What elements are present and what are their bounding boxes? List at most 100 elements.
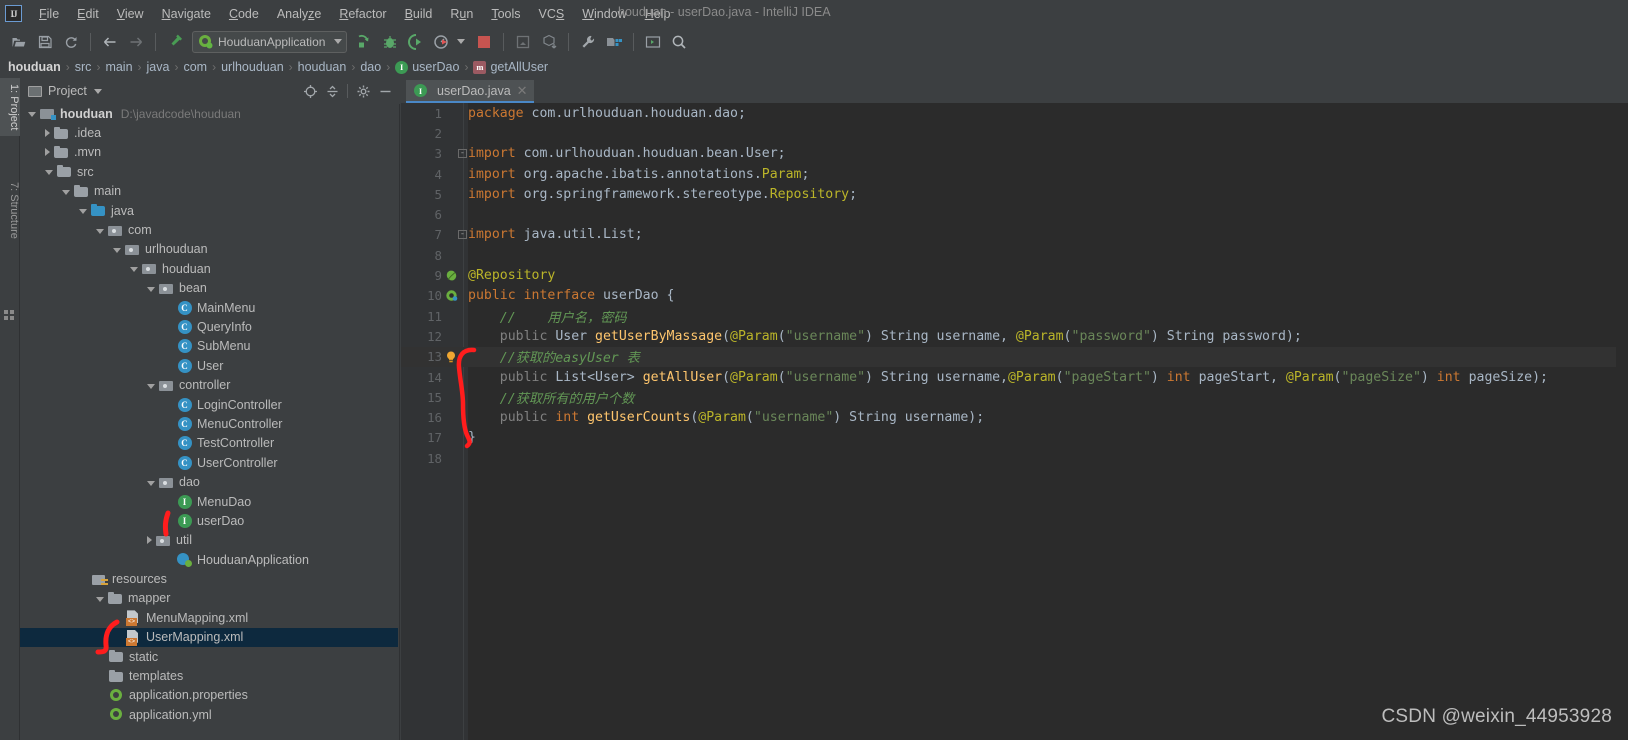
tree-item-controller[interactable]: controller [20, 375, 398, 394]
tree-item-templates[interactable]: templates [20, 666, 398, 685]
search-everywhere-icon[interactable] [668, 31, 690, 53]
menu-file[interactable]: File [30, 4, 68, 24]
fold-toggle-icon[interactable]: - [458, 230, 467, 240]
editor-scrollbar[interactable] [1616, 103, 1628, 740]
fold-toggle-icon[interactable]: - [458, 149, 467, 159]
tree-item-bean[interactable]: bean [20, 279, 398, 298]
tree-item--mvn[interactable]: .mvn [20, 143, 398, 162]
menu-analyze[interactable]: Analyze [268, 4, 330, 24]
code-line-16[interactable]: 16 public int getUserCounts(@Param("user… [400, 407, 1628, 427]
breadcrumb-item-getalluser[interactable]: m getAllUser [473, 60, 548, 74]
tree-item-application-properties[interactable]: application.properties [20, 686, 398, 705]
tree-item-menucontroller[interactable]: C MenuController [20, 414, 398, 433]
menu-vcs[interactable]: VCS [530, 4, 574, 24]
profile-icon[interactable] [431, 31, 453, 53]
tree-item-java[interactable]: java [20, 201, 398, 220]
menu-tools[interactable]: Tools [482, 4, 529, 24]
code-line-8[interactable]: 8 [400, 245, 1628, 265]
tree-item-queryinfo[interactable]: C QueryInfo [20, 317, 398, 336]
wrench-icon[interactable] [577, 31, 599, 53]
menu-edit[interactable]: Edit [68, 4, 108, 24]
arrow-left-icon[interactable] [99, 31, 121, 53]
tree-item-application-yml[interactable]: application.yml [20, 705, 398, 724]
tree-item-com[interactable]: com [20, 220, 398, 239]
chevron-down-icon[interactable] [457, 39, 466, 44]
tree-item-dao[interactable]: dao [20, 472, 398, 491]
code-editor[interactable]: 1 package com.urlhouduan.houduan.dao; 2 3- i… [400, 103, 1628, 740]
code-line-12[interactable]: 12 public User getUserByMassage(@Param("… [400, 326, 1628, 346]
chevron-down-icon[interactable] [93, 88, 102, 94]
tree-item-menumapping-xml[interactable]: MenuMapping.xml [20, 608, 398, 627]
tree-item-usermapping-xml[interactable]: UserMapping.xml [20, 627, 398, 647]
menu-run[interactable]: Run [441, 4, 482, 24]
code-line-13[interactable]: 13 //获取的easyUser 表 [400, 346, 1628, 367]
code-line-18[interactable]: 18 [400, 448, 1628, 468]
tool-window-grid-icon[interactable] [4, 310, 15, 321]
chevron-down-icon[interactable] [96, 228, 104, 234]
breadcrumb-item-houduan[interactable]: houduan [8, 60, 61, 74]
chevron-down-icon[interactable] [28, 112, 36, 118]
tree-item-mapper[interactable]: mapper [20, 589, 398, 608]
chevron-down-icon[interactable] [147, 480, 155, 486]
sidebar-item-structure[interactable]: 7: Structure [0, 176, 20, 245]
code-line-17[interactable]: 17} [400, 428, 1628, 448]
sync-icon[interactable] [60, 31, 82, 53]
breadcrumb-item-userdao[interactable]: IuserDao [395, 60, 459, 74]
code-line-1[interactable]: 1 package com.urlhouduan.houduan.dao; [400, 103, 1628, 123]
run-configuration-selector[interactable]: HouduanApplication [192, 30, 348, 53]
chevron-down-icon[interactable] [334, 39, 343, 44]
hammer-icon[interactable] [164, 31, 186, 53]
chevron-down-icon[interactable] [62, 189, 70, 195]
tree-item-houduan[interactable]: houduan D:\javadcode\houduan [20, 104, 398, 123]
code-line-11[interactable]: 11 // 用户名，密码 [400, 306, 1628, 326]
chevron-right-icon[interactable] [147, 536, 152, 545]
code-line-6[interactable]: 6 [400, 204, 1628, 224]
chevron-down-icon[interactable] [147, 286, 155, 292]
chevron-down-icon[interactable] [45, 170, 53, 176]
update-project-icon[interactable] [512, 31, 534, 53]
tree-item-testcontroller[interactable]: C TestController [20, 434, 398, 453]
tree-item-userdao[interactable]: IuserDao [20, 511, 398, 530]
tree-item-main[interactable]: main [20, 182, 398, 201]
run-with-coverage-icon[interactable] [405, 31, 427, 53]
breadcrumb-item-dao[interactable]: dao [360, 60, 381, 74]
chevron-right-icon[interactable] [45, 148, 50, 157]
debug-icon[interactable] [379, 31, 401, 53]
tree-item-houduan[interactable]: houduan [20, 259, 398, 278]
bean-icon[interactable] [444, 269, 458, 283]
tree-item-urlhouduan[interactable]: urlhouduan [20, 240, 398, 259]
sidebar-item-project[interactable]: 1: Project [0, 78, 20, 137]
chevron-down-icon[interactable] [113, 247, 121, 253]
tree-item-src[interactable]: src [20, 162, 398, 181]
tree-item-resources[interactable]: resources [20, 569, 398, 588]
code-line-4[interactable]: 4 import org.apache.ibatis.annotations.Pa… [400, 164, 1628, 184]
code-line-9[interactable]: 9 @Repository [400, 265, 1628, 285]
tree-item-menudao[interactable]: I MenuDao [20, 492, 398, 511]
hide-icon[interactable] [375, 81, 395, 101]
editor-tab-userdao-java[interactable]: I userDao.java ✕ [406, 80, 534, 103]
breadcrumb-item-src[interactable]: src [75, 60, 92, 74]
run-icon[interactable] [353, 31, 375, 53]
intention-bulb-icon[interactable] [444, 350, 458, 364]
code-line-10[interactable]: 10 public interface userDao { [400, 286, 1628, 306]
tree-item-static[interactable]: static [20, 647, 398, 666]
commit-icon[interactable] [538, 31, 560, 53]
code-line-14[interactable]: 14 public List<User> getAllUser(@Param("… [400, 367, 1628, 387]
code-line-2[interactable]: 2 [400, 123, 1628, 143]
menu-build[interactable]: Build [396, 4, 442, 24]
tree-item-mainmenu[interactable]: C MainMenu [20, 298, 398, 317]
tree-item-user[interactable]: C User [20, 356, 398, 375]
tree-item-houduanapplication[interactable]: HouduanApplication [20, 550, 398, 569]
chevron-down-icon[interactable] [79, 209, 87, 215]
breadcrumb-item-urlhouduan[interactable]: urlhouduan [221, 60, 284, 74]
chevron-down-icon[interactable] [96, 596, 104, 602]
project-structure-icon[interactable] [603, 31, 625, 53]
code-line-5[interactable]: 5 import org.springframework.stereotype.R… [400, 184, 1628, 204]
chevron-down-icon[interactable] [130, 267, 138, 273]
open-folder-icon[interactable] [8, 31, 30, 53]
code-line-15[interactable]: 15 //获取所有的用户个数 [400, 387, 1628, 407]
close-icon[interactable]: ✕ [517, 83, 528, 99]
menu-code[interactable]: Code [220, 4, 268, 24]
gear-icon[interactable] [353, 81, 373, 101]
breadcrumb-item-java[interactable]: java [147, 60, 170, 74]
